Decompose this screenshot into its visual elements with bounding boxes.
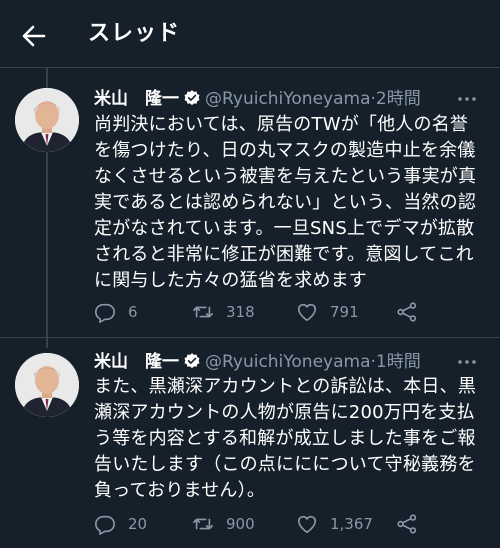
like-button[interactable]: 1,367	[296, 512, 373, 536]
tweet-1[interactable]: 米山 隆一 @RyuichiYoneyama·2時間 尚判決においては、原告のTW…	[0, 68, 500, 340]
more-options-icon[interactable]	[454, 351, 480, 373]
timestamp[interactable]: 1時間	[376, 352, 421, 372]
reply-icon	[95, 515, 115, 535]
retweet-icon	[193, 306, 213, 318]
author-name[interactable]: 米山 隆一	[94, 89, 179, 109]
reply-count: 20	[128, 515, 148, 533]
heart-icon	[297, 303, 317, 322]
verified-badge-icon	[183, 89, 201, 113]
author-handle[interactable]: @RyuichiYoneyama	[205, 89, 371, 109]
like-button[interactable]: 791	[296, 300, 359, 324]
more-options-icon[interactable]	[454, 88, 480, 110]
like-count: 791	[330, 303, 359, 321]
reply-count: 6	[128, 303, 138, 321]
retweet-icon	[193, 518, 213, 530]
author-handle[interactable]: @RyuichiYoneyama	[205, 352, 371, 372]
like-count: 1,367	[330, 515, 373, 533]
tweet-text: また、黒瀬深アカウントとの訴訟は、本日、黒瀬深アカウントの人物が原告に200万円…	[94, 376, 477, 501]
tweet-text: 尚判決においては、原告のTWが「他人の名誉を傷つけたり、日の丸マスクの製造中止を…	[94, 114, 477, 291]
tweet-actions: 6 318 791	[94, 300, 474, 324]
share-button[interactable]	[396, 300, 418, 324]
heart-icon	[297, 515, 317, 534]
verified-badge-icon	[183, 352, 201, 376]
retweet-count: 318	[226, 303, 255, 321]
tweet-header: 米山 隆一 @RyuichiYoneyama·1時間	[94, 351, 480, 373]
avatar[interactable]	[15, 88, 79, 152]
reply-icon	[95, 303, 115, 323]
avatar[interactable]	[15, 353, 79, 417]
page-title: スレッド	[88, 21, 181, 46]
timestamp[interactable]: 2時間	[376, 89, 421, 109]
share-icon	[397, 302, 417, 322]
reply-button[interactable]: 6	[94, 300, 138, 324]
author-name[interactable]: 米山 隆一	[94, 352, 179, 372]
share-icon	[397, 514, 417, 534]
retweet-button[interactable]: 318	[192, 300, 255, 324]
share-button[interactable]	[396, 512, 418, 536]
tweet-2[interactable]: 米山 隆一 @RyuichiYoneyama·1時間 また、黒瀬深アカウントとの訴…	[0, 338, 500, 548]
tweet-actions: 20 900 1,367	[94, 512, 474, 536]
reply-button[interactable]: 20	[94, 512, 147, 536]
retweet-button[interactable]: 900	[192, 512, 255, 536]
thread-header: スレッド	[0, 0, 500, 68]
tweet-header: 米山 隆一 @RyuichiYoneyama·2時間	[94, 88, 480, 110]
back-button[interactable]	[16, 18, 52, 54]
retweet-count: 900	[226, 515, 255, 533]
back-arrow-icon	[22, 25, 46, 47]
